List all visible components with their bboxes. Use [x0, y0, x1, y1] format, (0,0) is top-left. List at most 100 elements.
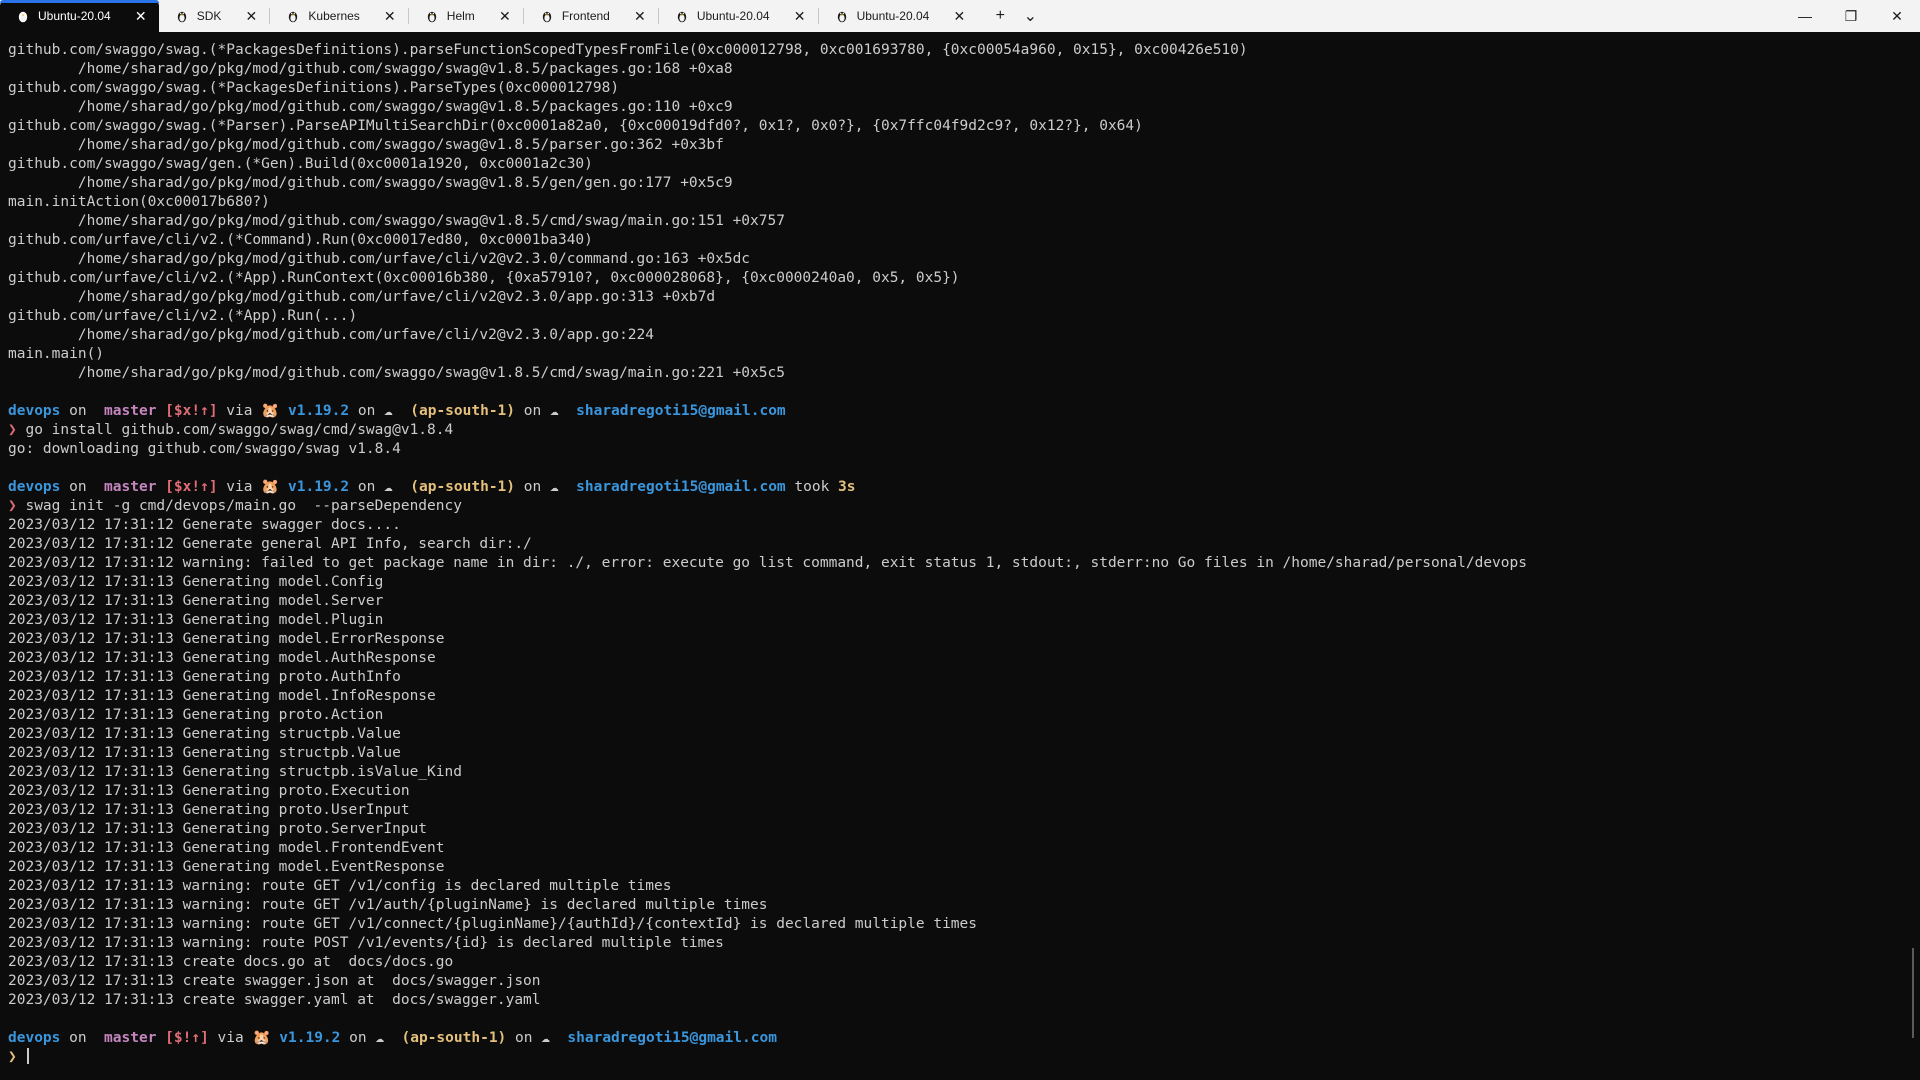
tab-label: Frontend [561, 9, 610, 23]
go-gopher-icon: 🐹 [261, 479, 280, 495]
tab-dropdown-button[interactable]: ⌄ [1015, 0, 1045, 32]
command-text: swag init -g cmd/devops/main.go --parseD… [25, 498, 462, 514]
log-line: 2023/03/12 17:31:13 Generating model.Con… [8, 574, 384, 590]
tux-icon [835, 9, 849, 23]
aws-region: (ap-south-1) [410, 403, 516, 419]
prompt-text: via [217, 479, 262, 495]
log-line: 2023/03/12 17:31:13 Generating model.Ser… [8, 593, 384, 609]
tab-3[interactable]: Kubernes ✕ [270, 0, 407, 32]
minimize-button[interactable]: — [1782, 0, 1828, 32]
log-line: 2023/03/12 17:31:13 warning: route GET /… [8, 878, 672, 894]
close-tab-icon[interactable]: ✕ [497, 8, 513, 24]
gcloud-account: sharadregoti15@gmail.com [576, 479, 786, 495]
log-line: 2023/03/12 17:31:13 Generating structpb.… [8, 764, 462, 780]
log-line: 2023/03/12 17:31:13 Generating model.Fro… [8, 840, 445, 856]
tab-6[interactable]: Ubuntu-20.04 ✕ [659, 0, 818, 32]
command-text: go install github.com/swaggo/swag/cmd/sw… [25, 422, 454, 438]
git-status: [$x!↑] [165, 403, 218, 419]
git-branch: master [104, 479, 157, 495]
prompt-text: on [515, 403, 550, 419]
tab-label: Ubuntu-20.04 [696, 9, 770, 23]
terminal-window: Ubuntu-20.04 ✕ SDK ✕ Kubernes ✕ Helm ✕ Frontend ✕… [0, 0, 1920, 1080]
log-line: 2023/03/12 17:31:13 Generating structpb.… [8, 726, 401, 742]
close-window-button[interactable]: ✕ [1874, 0, 1920, 32]
command-duration: 3s [838, 479, 856, 495]
tux-icon [425, 9, 439, 23]
tux-icon [175, 9, 189, 23]
log-line: 2023/03/12 17:31:13 create swagger.json … [8, 973, 541, 989]
stack-trace-line: github.com/urfave/cli/v2.(*Command).Run(… [8, 232, 593, 248]
prompt-directory: devops [8, 403, 61, 419]
stack-trace-line: /home/sharad/go/pkg/mod/github.com/urfav… [8, 251, 751, 267]
prompt-text: via [208, 1030, 253, 1046]
log-line: 2023/03/12 17:31:13 Generating proto.Use… [8, 802, 410, 818]
go-version: v1.19.2 [288, 403, 350, 419]
cloud-icon: ☁ [549, 479, 559, 495]
tab-2[interactable]: SDK ✕ [159, 0, 270, 32]
prompt-directory: devops [8, 479, 61, 495]
close-tab-icon[interactable]: ✕ [632, 8, 648, 24]
log-line: 2023/03/12 17:31:12 Generate general API… [8, 536, 532, 552]
tux-icon [675, 9, 689, 23]
git-branch: master [104, 403, 157, 419]
tab-4[interactable]: Helm ✕ [409, 0, 523, 32]
new-tab-button[interactable]: + [985, 0, 1015, 32]
cloud-icon: ☁ [384, 479, 393, 495]
aws-region: (ap-south-1) [410, 479, 516, 495]
go-version: v1.19.2 [279, 1030, 341, 1046]
go-gopher-icon: 🐹 [252, 1030, 271, 1046]
stack-trace-line: github.com/urfave/cli/v2.(*App).Run(...) [8, 308, 358, 324]
stack-trace-line: /home/sharad/go/pkg/mod/github.com/swagg… [8, 137, 724, 153]
go-version: v1.19.2 [288, 479, 350, 495]
log-line: 2023/03/12 17:31:13 Generating model.Plu… [8, 612, 384, 628]
gcloud-account: sharadregoti15@gmail.com [576, 403, 786, 419]
cloud-icon: ☁ [541, 1030, 550, 1046]
tab-strip: Ubuntu-20.04 ✕ SDK ✕ Kubernes ✕ Helm ✕ Frontend ✕… [0, 0, 1045, 32]
log-line: 2023/03/12 17:31:13 warning: route GET /… [8, 897, 768, 913]
close-tab-icon[interactable]: ✕ [792, 8, 808, 24]
log-line: 2023/03/12 17:31:13 warning: route GET /… [8, 916, 978, 932]
log-line: 2023/03/12 17:31:13 Generating model.Inf… [8, 688, 436, 704]
git-status: [$x!↑] [165, 479, 218, 495]
maximize-button[interactable]: ❐ [1828, 0, 1874, 32]
prompt-arrow-icon: ❯ [8, 422, 17, 438]
prompt-text: on [349, 479, 385, 495]
stack-trace-line: /home/sharad/go/pkg/mod/github.com/swagg… [8, 61, 733, 77]
terminal-output[interactable]: github.com/swaggo/swag.(*PackagesDefinit… [0, 32, 1900, 1080]
gcloud-account: sharadregoti15@gmail.com [567, 1030, 777, 1046]
close-tab-icon[interactable]: ✕ [382, 8, 398, 24]
stack-trace-line: /home/sharad/go/pkg/mod/github.com/swagg… [8, 175, 733, 191]
command-line[interactable]: ❯ [8, 1048, 1900, 1067]
tab-7[interactable]: Ubuntu-20.04 ✕ [819, 0, 978, 32]
stack-trace-line: /home/sharad/go/pkg/mod/github.com/urfav… [8, 327, 655, 343]
tab-5[interactable]: Frontend ✕ [524, 0, 658, 32]
prompt-line: devops on master [$x!↑] via 🐹 v1.19.2 on… [8, 478, 1900, 497]
cloud-icon: ☁ [384, 403, 393, 419]
prompt-line: devops on master [$x!↑] via 🐹 v1.19.2 on… [8, 402, 1900, 421]
tab-1[interactable]: Ubuntu-20.04 ✕ [0, 0, 159, 32]
tab-label: Kubernes [308, 9, 360, 23]
aws-region: (ap-south-1) [401, 1030, 507, 1046]
prompt-arrow-icon: ❯ [8, 498, 17, 514]
cloud-icon: ☁ [375, 1030, 385, 1046]
close-tab-icon[interactable]: ✕ [951, 8, 967, 24]
prompt-text: on [349, 403, 385, 419]
stack-trace-line: /home/sharad/go/pkg/mod/github.com/swagg… [8, 213, 785, 229]
git-status: [$!↑] [165, 1030, 209, 1046]
cloud-icon: ☁ [549, 403, 559, 419]
scrollbar[interactable] [1912, 948, 1914, 1038]
stack-trace-line: /home/sharad/go/pkg/mod/github.com/urfav… [8, 289, 716, 305]
output-line: go: downloading github.com/swaggo/swag v… [8, 441, 401, 457]
stack-trace-line: github.com/swaggo/swag/gen.(*Gen).Build(… [8, 156, 593, 172]
prompt-text: on [506, 1030, 542, 1046]
log-line: 2023/03/12 17:31:12 warning: failed to g… [8, 555, 1527, 571]
stack-trace-line: github.com/swaggo/swag.(*PackagesDefinit… [8, 42, 1248, 58]
close-tab-icon[interactable]: ✕ [243, 8, 259, 24]
command-line: ❯ go install github.com/swaggo/swag/cmd/… [8, 421, 1900, 440]
text-cursor[interactable] [27, 1048, 30, 1064]
tab-label: SDK [196, 9, 222, 23]
log-line: 2023/03/12 17:31:13 Generating structpb.… [8, 745, 401, 761]
close-tab-icon[interactable]: ✕ [133, 8, 149, 24]
tux-icon [540, 9, 554, 23]
